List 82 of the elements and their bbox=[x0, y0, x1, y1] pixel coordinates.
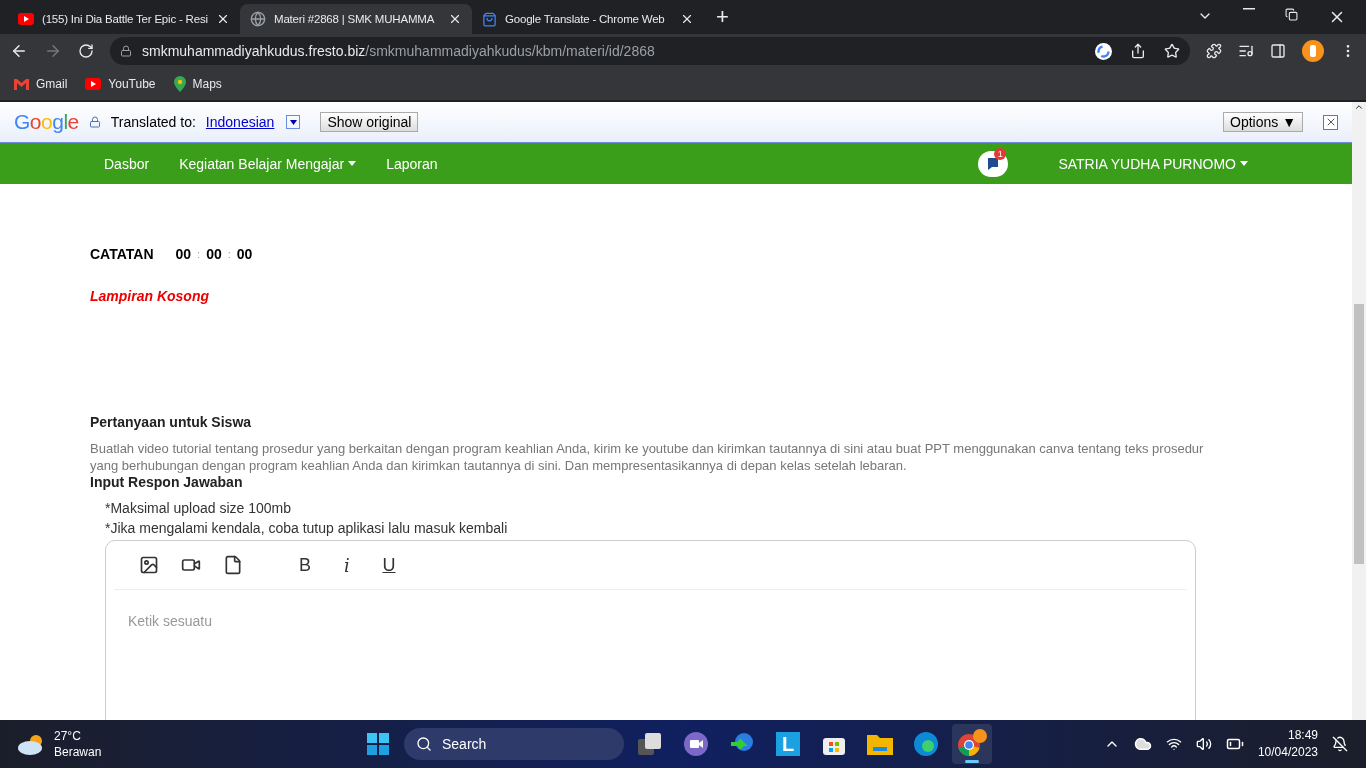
translated-label: Translated to: bbox=[110, 114, 196, 130]
attachment-note: Lampiran Kosong bbox=[90, 288, 210, 304]
notification-count: 1 bbox=[994, 147, 1007, 160]
language-link[interactable]: Indonesian bbox=[205, 114, 275, 130]
windows-logo-icon bbox=[367, 733, 389, 755]
play-icon bbox=[18, 13, 34, 25]
letter-tile: L bbox=[776, 732, 800, 756]
clock-date: 10/04/2023 bbox=[1257, 744, 1318, 761]
chat-bubble-icon bbox=[986, 156, 1001, 171]
dropdown-icon[interactable] bbox=[286, 115, 301, 129]
italic-button[interactable]: i bbox=[326, 550, 368, 580]
lock-icon bbox=[120, 45, 132, 57]
address-bar[interactable]: smkmuhammadiyahkudus.fresto.biz/smkmuhammadiyahkudus/kbm/materi/id/2868 bbox=[110, 37, 1190, 65]
wifi-icon bbox=[1165, 736, 1182, 752]
minimize-icon bbox=[1243, 8, 1255, 10]
windows-stack-icon bbox=[638, 733, 662, 755]
options-button[interactable]: Options ▼ bbox=[1223, 112, 1303, 132]
close-icon bbox=[680, 12, 694, 26]
browser-tab[interactable]: Google Translate - Chrome Web bbox=[472, 4, 704, 34]
note-text: *Maksimal upload size 100mb bbox=[105, 500, 292, 516]
tab-title: (155) Ini Dia Battle Ter Epic - Resi bbox=[42, 13, 208, 25]
tab-title: Materi #2868 | SMK MUHAMMA bbox=[274, 13, 436, 25]
volume-icon bbox=[1195, 736, 1212, 752]
puzzle-icon bbox=[1206, 43, 1222, 59]
side-panel-icon bbox=[1270, 43, 1286, 59]
url-text: smkmuhammadiyahkudus.fresto.biz/smkmuhammadiyahkudus/kbm/materi/id/2868 bbox=[142, 43, 655, 59]
clock-time: 18:49 bbox=[1287, 727, 1318, 744]
playlist-icon bbox=[1238, 43, 1254, 59]
restore-icon bbox=[1285, 8, 1298, 21]
close-icon bbox=[448, 12, 462, 26]
browser-tab[interactable]: (155) Ini Dia Battle Ter Epic - Resi bbox=[8, 4, 240, 34]
forward-icon bbox=[44, 42, 62, 60]
show-original-button[interactable]: Show original bbox=[320, 112, 419, 132]
new-tab-button[interactable]: + bbox=[710, 4, 735, 30]
bookmark-link[interactable]: Maps bbox=[173, 76, 222, 92]
underline-button[interactable]: U bbox=[368, 550, 410, 580]
star-icon bbox=[1164, 43, 1180, 59]
bookmark-link[interactable]: Gmail bbox=[14, 77, 68, 91]
close-button[interactable] bbox=[1323, 114, 1338, 130]
map-pin-icon bbox=[173, 76, 186, 92]
timer-separator: : bbox=[197, 248, 201, 260]
timer-digits: 00 bbox=[175, 246, 192, 262]
notification-button[interactable]: 1 bbox=[978, 150, 1009, 177]
cloud-icon bbox=[1133, 735, 1152, 753]
question-title: Pertanyaan untuk Siswa bbox=[90, 414, 253, 430]
note-text: *Jika mengalami kendala, coba tutup aplikasi lalu masuk kembali bbox=[105, 520, 509, 536]
share-icon bbox=[1130, 43, 1146, 59]
coin-avatar-icon bbox=[1302, 40, 1324, 62]
image-icon bbox=[139, 555, 159, 575]
folder-icon bbox=[867, 733, 893, 755]
play-icon bbox=[85, 78, 102, 90]
back-icon bbox=[10, 42, 28, 60]
chrome-icon bbox=[957, 729, 987, 759]
taskbar-app[interactable] bbox=[952, 724, 992, 764]
bookmark-link[interactable]: YouTube bbox=[85, 77, 156, 91]
google-logo: Google bbox=[14, 110, 79, 134]
timer-digits: 00 bbox=[236, 246, 253, 262]
tab-title: Google Translate - Chrome Web bbox=[505, 13, 666, 25]
timer-separator: : bbox=[227, 248, 231, 260]
question-text: Buatlah video tutorial tentang prosedur yang berkaitan dengan program keahlian Anda, kirim ke youtube dan kirimkan tautannya di sini atau buat PPT menggunakan canva tentang teks prosedur yang berhubungan dengan program keahlian Anda dan kirimkan tautannya di sini. Dan mempresentasikannya di depan kelas setelah lebaran. bbox=[90, 440, 1205, 474]
temperature: 27°C bbox=[54, 728, 82, 744]
scrollbar[interactable] bbox=[1352, 102, 1366, 720]
timer-digits: 00 bbox=[206, 246, 222, 262]
search-field[interactable]: Search bbox=[404, 728, 624, 760]
bold-button[interactable]: B bbox=[284, 550, 326, 580]
caret-icon bbox=[1240, 161, 1248, 166]
reload-icon bbox=[78, 43, 94, 59]
scroll-up-icon bbox=[1354, 102, 1364, 112]
search-icon bbox=[416, 736, 432, 752]
bell-icon bbox=[1332, 736, 1348, 752]
mail-icon bbox=[14, 78, 29, 90]
close-icon bbox=[216, 12, 230, 26]
weather-condition: Berawan bbox=[54, 744, 102, 760]
browser-tab[interactable]: Materi #2868 | SMK MUHAMMA bbox=[240, 4, 472, 34]
lock-icon bbox=[88, 116, 101, 128]
video-chat-icon bbox=[684, 732, 708, 756]
timer-label: CATATAN bbox=[90, 246, 154, 262]
shopping-bag-icon bbox=[482, 11, 497, 27]
globe-icon bbox=[250, 11, 266, 27]
response-title: Input Respon Jawaban bbox=[90, 474, 244, 490]
file-icon bbox=[223, 555, 243, 575]
search-placeholder: Search bbox=[442, 736, 487, 752]
